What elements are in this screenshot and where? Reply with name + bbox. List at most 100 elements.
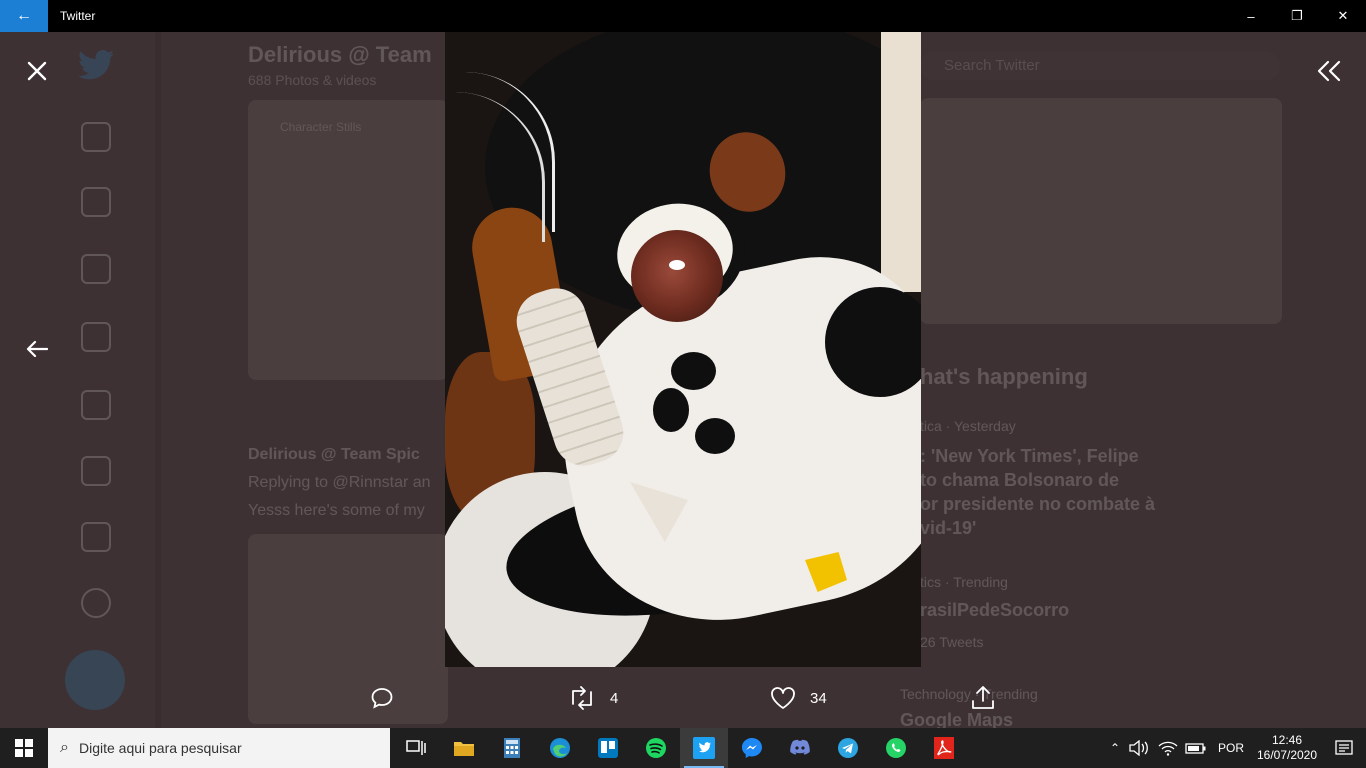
eye-highlight	[669, 260, 685, 270]
telegram-button[interactable]	[824, 728, 872, 768]
like-count: 34	[810, 689, 827, 707]
like-action[interactable]: 34	[770, 682, 827, 714]
trend-meta: tica · Yesterday	[920, 418, 1016, 434]
explore-icon[interactable]	[81, 187, 111, 217]
share-icon	[972, 686, 994, 709]
profile-title: Delirious @ Team	[248, 42, 432, 67]
windows-logo-icon	[15, 739, 33, 757]
background-wall	[881, 32, 921, 292]
notifications-center-icon[interactable]	[1322, 739, 1366, 757]
whatsapp-icon	[886, 738, 906, 758]
calculator-button[interactable]	[488, 728, 536, 768]
muzzle-spot	[695, 418, 735, 454]
fursuit-eye	[631, 230, 723, 322]
window-titlebar: ← Twitter – ❐ ✕	[0, 0, 1366, 32]
previous-media-button[interactable]	[20, 332, 54, 366]
close-window-button[interactable]: ✕	[1320, 0, 1366, 32]
media-grid[interactable]	[920, 98, 1282, 324]
trend-text-line3: or presidente no combate à	[920, 494, 1156, 514]
lists-icon[interactable]	[81, 456, 111, 486]
tweet-media[interactable]	[248, 534, 448, 724]
bookmarks-icon[interactable]	[81, 390, 111, 420]
folder-icon	[454, 742, 474, 756]
discord-icon	[790, 739, 810, 755]
trend-meta: tics · Trending	[920, 574, 1008, 590]
notifications-icon[interactable]	[81, 254, 111, 284]
spotify-button[interactable]	[632, 728, 680, 768]
wifi-icon[interactable]	[1157, 740, 1179, 756]
whatsapp-button[interactable]	[872, 728, 920, 768]
input-language[interactable]: POR	[1218, 741, 1244, 755]
home-icon[interactable]	[81, 122, 111, 152]
media-image[interactable]	[445, 32, 921, 667]
acrobat-icon	[934, 737, 954, 759]
clock-date: 16/07/2020	[1256, 748, 1318, 762]
messenger-icon	[742, 738, 762, 758]
taskbar-search-box[interactable]: ⌕ Digite aqui para pesquisar	[48, 728, 390, 768]
photos-count: 688 Photos & videos	[248, 72, 377, 88]
retweet-count: 4	[610, 689, 619, 707]
retweet-action[interactable]: 4	[568, 682, 618, 714]
clock-time: 12:46	[1271, 733, 1303, 747]
trend-count: 26 Tweets	[920, 634, 984, 650]
chevron-up-icon[interactable]: ⌃	[1104, 741, 1126, 755]
muzzle-spot	[671, 352, 716, 390]
collapse-panel-button[interactable]	[1312, 54, 1346, 88]
profile-icon[interactable]	[81, 522, 111, 552]
minimize-button[interactable]: –	[1228, 0, 1274, 32]
trend-text[interactable]: : 'New York Times', Felipe	[920, 446, 1139, 467]
volume-icon[interactable]	[1129, 740, 1151, 756]
task-view-button[interactable]	[392, 728, 440, 768]
search-twitter-input[interactable]: Search Twitter	[920, 52, 1280, 80]
discord-button[interactable]	[776, 728, 824, 768]
calculator-icon	[504, 738, 520, 758]
arrow-left-icon	[26, 340, 48, 358]
media-viewer-overlay: Delirious @ Team 688 Photos & videos Cha…	[0, 32, 1366, 728]
more-icon[interactable]	[81, 588, 111, 618]
windows-taskbar: ⌕ Digite aqui para pesquisar ⌃ POR 12:46…	[0, 728, 1366, 768]
heart-icon	[771, 687, 795, 709]
task-view-icon	[406, 740, 426, 755]
system-clock[interactable]: 12:46 16/07/2020	[1252, 733, 1322, 763]
close-icon	[27, 61, 47, 81]
messenger-button[interactable]	[728, 728, 776, 768]
trello-icon	[598, 738, 618, 758]
system-tray: ⌃ POR 12:46 16/07/2020	[1104, 728, 1366, 768]
search-placeholder: Digite aqui para pesquisar	[78, 740, 242, 756]
edge-button[interactable]	[536, 728, 584, 768]
share-action[interactable]	[970, 682, 996, 714]
trend-text-line2: to chama Bolsonaro de	[920, 470, 1120, 490]
acrobat-button[interactable]	[920, 728, 968, 768]
file-explorer-button[interactable]	[440, 728, 488, 768]
window-title: Twitter	[60, 9, 96, 23]
maximize-button[interactable]: ❐	[1274, 0, 1320, 32]
column-divider	[155, 32, 161, 728]
retweet-icon	[572, 686, 592, 710]
trend-text-line4: vid-19'	[920, 518, 977, 538]
compose-tweet-button[interactable]	[65, 650, 125, 710]
start-button[interactable]	[0, 728, 48, 768]
tweet-reply-to: Replying to @Rinnstar an	[248, 474, 431, 491]
search-icon: ⌕	[60, 739, 69, 756]
trello-button[interactable]	[584, 728, 632, 768]
card-label: Character Stills	[280, 120, 362, 134]
trend-meta: Technology · Trending	[900, 686, 1038, 702]
back-arrow-icon: ←	[16, 7, 32, 24]
telegram-icon	[838, 738, 858, 758]
twitter-taskbar-button[interactable]	[680, 728, 728, 768]
messages-icon[interactable]	[81, 322, 111, 352]
twitter-app-icon	[693, 737, 715, 759]
edge-icon	[550, 738, 570, 758]
chevrons-left-icon	[1317, 60, 1341, 82]
spotify-icon	[646, 738, 666, 758]
trend-text[interactable]: Google Maps	[900, 710, 1013, 728]
back-button[interactable]: ←	[0, 0, 48, 32]
reply-action[interactable]	[370, 682, 394, 714]
close-viewer-button[interactable]	[20, 54, 54, 88]
muzzle-spot	[653, 388, 689, 432]
media-card[interactable]	[248, 100, 448, 380]
reply-icon	[371, 688, 393, 709]
twitter-logo-icon	[78, 50, 114, 80]
trend-text[interactable]: rasilPedeSocorro	[920, 600, 1069, 621]
battery-icon[interactable]	[1185, 740, 1207, 756]
